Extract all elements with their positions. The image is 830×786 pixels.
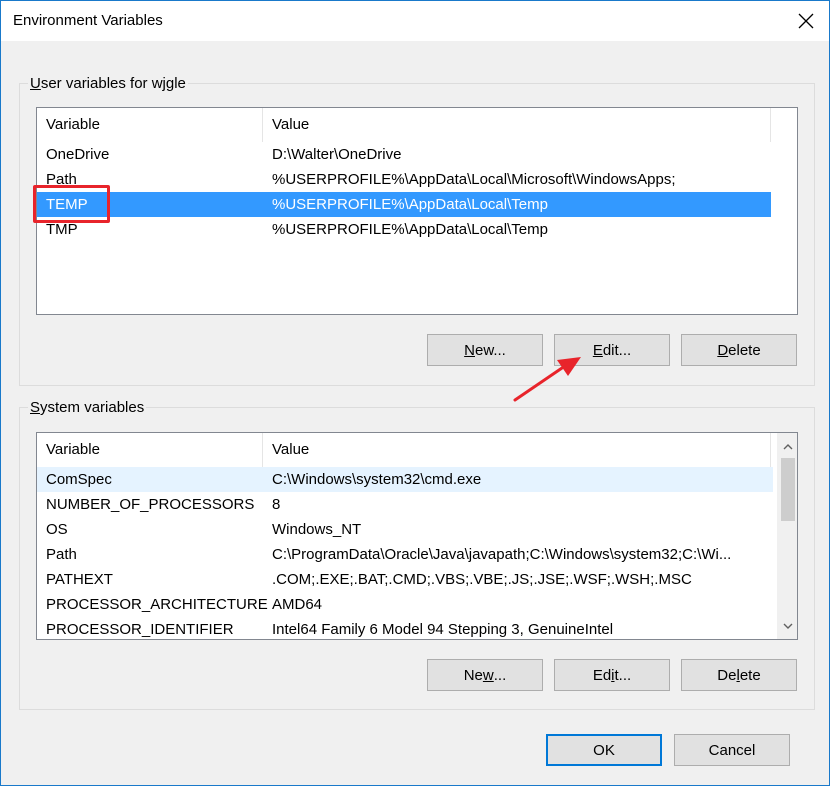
variable-value: %USERPROFILE%\AppData\Local\Microsoft\Wi… <box>272 171 676 188</box>
list-item[interactable]: OneDrive D:\Walter\OneDrive <box>37 142 797 167</box>
variable-value: D:\Walter\OneDrive <box>272 146 402 163</box>
list-item-selected[interactable]: TEMP %USERPROFILE%\AppData\Local\Temp <box>37 192 771 217</box>
highlight-box-annotation <box>33 185 110 223</box>
scrollbar-thumb[interactable] <box>781 458 795 521</box>
variable-value: .COM;.EXE;.BAT;.CMD;.VBS;.VBE;.JS;.JSE;.… <box>272 571 692 588</box>
list-header: Variable Value <box>37 108 797 142</box>
list-item[interactable]: Path %USERPROFILE%\AppData\Local\Microso… <box>37 167 797 192</box>
variable-name: PROCESSOR_IDENTIFIER <box>46 621 234 638</box>
environment-variables-dialog: Environment Variables User variables for… <box>0 0 830 786</box>
user-delete-button[interactable]: Delete <box>681 334 797 366</box>
list-header: Variable Value <box>37 433 797 467</box>
variable-name: ComSpec <box>46 471 112 488</box>
variable-value: Intel64 Family 6 Model 94 Stepping 3, Ge… <box>272 621 614 638</box>
list-item[interactable]: OS Windows_NT <box>37 517 797 542</box>
arrow-annotation-icon <box>513 357 581 402</box>
user-variables-list[interactable]: Variable Value OneDrive D:\Walter\OneDri… <box>36 107 798 315</box>
close-icon <box>798 13 814 29</box>
list-item[interactable]: TMP %USERPROFILE%\AppData\Local\Temp <box>37 217 797 242</box>
list-item[interactable]: NUMBER_OF_PROCESSORS 8 <box>37 492 797 517</box>
chevron-up-icon <box>783 443 793 449</box>
column-header-variable[interactable]: Variable <box>37 108 263 142</box>
variable-value: C:\Windows\system32\cmd.exe <box>272 471 482 488</box>
column-header-variable[interactable]: Variable <box>37 433 263 467</box>
variable-value: %USERPROFILE%\AppData\Local\Temp <box>272 221 548 238</box>
column-header-value[interactable]: Value <box>263 108 771 142</box>
list-item[interactable]: ComSpec C:\Windows\system32\cmd.exe <box>37 467 773 492</box>
system-variables-legend: System variables <box>30 399 145 416</box>
scroll-up-button[interactable] <box>778 436 797 456</box>
user-variables-legend: User variables for wjgle <box>30 75 186 92</box>
system-variables-list[interactable]: Variable Value ComSpec C:\Windows\system… <box>36 432 798 640</box>
close-button[interactable] <box>783 1 829 41</box>
variable-name: Path <box>46 546 77 563</box>
variable-name: PATHEXT <box>46 571 113 588</box>
system-edit-button[interactable]: Ed i t... <box>554 659 670 691</box>
chevron-down-icon <box>783 623 793 629</box>
variable-name: OneDrive <box>46 146 110 163</box>
column-header-value[interactable]: Value <box>263 433 771 467</box>
variable-name: NUMBER_OF_PROCESSORS <box>46 496 255 513</box>
vertical-scrollbar[interactable] <box>777 433 797 639</box>
variable-value: Windows_NT <box>272 521 362 538</box>
variable-value: C:\ProgramData\Oracle\Java\javapath;C:\W… <box>272 546 732 563</box>
list-item[interactable]: PROCESSOR_IDENTIFIER Intel64 Family 6 Mo… <box>37 617 797 639</box>
window-title: Environment Variables <box>13 12 163 29</box>
system-delete-button[interactable]: De l ete <box>681 659 797 691</box>
scroll-down-button[interactable] <box>778 616 797 636</box>
system-new-button[interactable]: Ne w... <box>427 659 543 691</box>
variable-value: 8 <box>272 496 281 513</box>
variable-value: %USERPROFILE%\AppData\Local\Temp <box>272 196 548 213</box>
variable-name: PROCESSOR_ARCHITECTURE <box>46 596 268 613</box>
cancel-button[interactable]: Cancel <box>674 734 790 766</box>
variable-name: OS <box>46 521 68 538</box>
variable-value: AMD64 <box>272 596 323 613</box>
title-bar[interactable]: Environment Variables <box>1 1 829 41</box>
list-item[interactable]: PATHEXT .COM;.EXE;.BAT;.CMD;.VBS;.VBE;.J… <box>37 567 797 592</box>
list-item[interactable]: PROCESSOR_ARCHITECTURE AMD64 <box>37 592 797 617</box>
ok-button[interactable]: OK <box>546 734 662 766</box>
list-item[interactable]: Path C:\ProgramData\Oracle\Java\javapath… <box>37 542 797 567</box>
